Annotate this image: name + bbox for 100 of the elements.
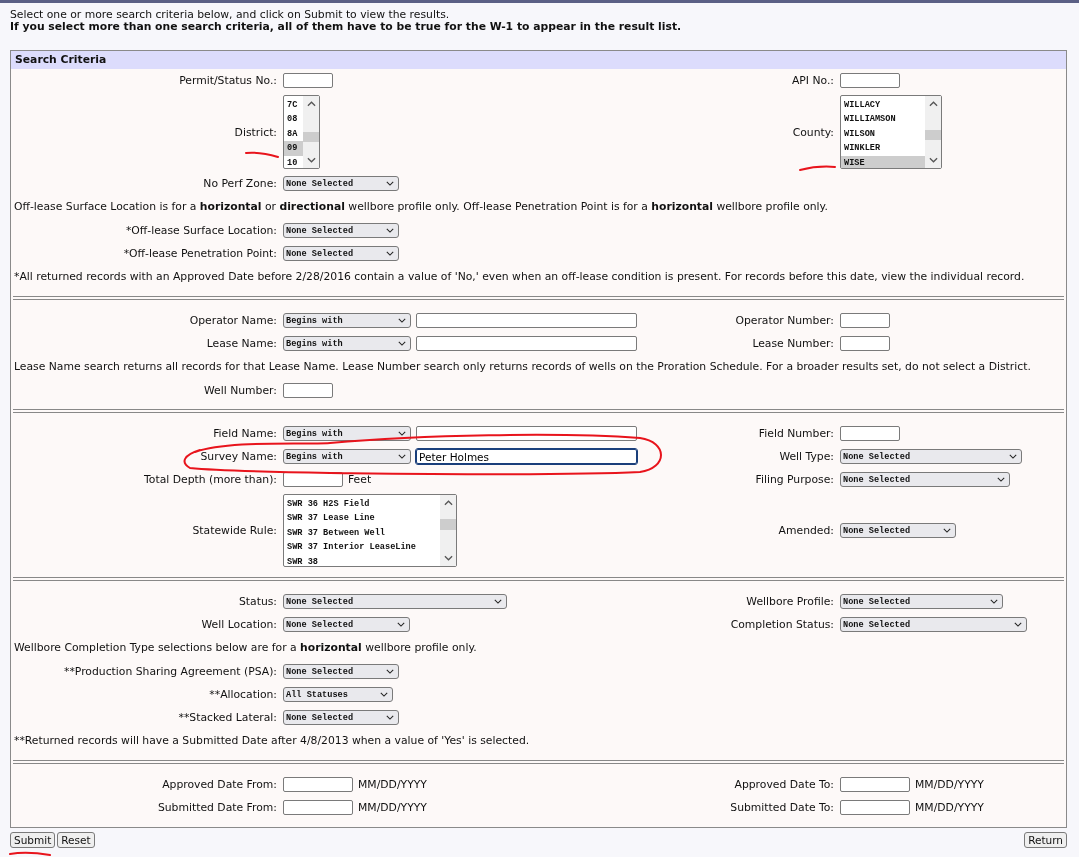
dropdown[interactable]: None Selected — [283, 223, 399, 238]
list-box[interactable]: 7C 08 8A 09 10 — [283, 95, 320, 169]
list-option[interactable]: SWR 38 — [284, 554, 440, 566]
chevron-up-icon[interactable] — [306, 101, 316, 107]
field-label: Submitted Date From: — [156, 801, 277, 814]
field-label: Submitted Date To: — [729, 801, 834, 814]
list-option[interactable]: SWR 37 Between Well — [284, 525, 440, 541]
field-label: **Stacked Lateral: — [177, 711, 277, 724]
note-text: *All returned records with an Approved Date before 2/28/2016 contain a value of 'No,' even when an off-lease condition is present. For records before this date, view the individual record. — [13, 269, 1026, 285]
chevron-down-icon — [398, 318, 406, 323]
match-dropdown[interactable]: Begins with — [283, 336, 411, 351]
text-field[interactable] — [840, 777, 910, 792]
dropdown[interactable]: All Statuses — [283, 687, 393, 702]
text-field[interactable] — [416, 336, 637, 351]
chevron-down-icon — [398, 454, 406, 459]
chevron-down-icon[interactable] — [928, 157, 938, 163]
text-field[interactable] — [283, 800, 353, 815]
list-option[interactable]: SWR 36 H2S Field — [284, 497, 440, 512]
list-option[interactable]: 7C — [284, 98, 303, 113]
dropdown[interactable]: None Selected — [840, 472, 1010, 487]
note-text: **Returned records will have a Submitted Date after 4/8/2013 when a value of 'Yes' is selected. — [13, 733, 531, 749]
text-field[interactable] — [283, 73, 333, 88]
text-field[interactable] — [840, 336, 890, 351]
scrollbar[interactable] — [925, 96, 941, 168]
form-button[interactable]: Reset — [57, 832, 95, 848]
list-option[interactable]: WISE — [841, 155, 925, 168]
dropdown[interactable]: None Selected — [283, 664, 399, 679]
field-label: Permit/Status No.: — [178, 74, 277, 87]
note-text: Lease Name search returns all records for that Lease Name. Lease Number search only returns records of wells on the Proration Schedule. For a broader results set, do not select a District. — [13, 359, 1032, 375]
text-field[interactable] — [840, 73, 900, 88]
dropdown[interactable]: None Selected — [840, 449, 1022, 464]
match-dropdown[interactable]: Begins with — [283, 426, 411, 441]
field-label: **Allocation: — [208, 688, 277, 701]
warning-text: If you select more than one search criteria, all of them have to be true for the W-1 to appear in the result list. — [10, 21, 683, 33]
field-label: Operator Number: — [734, 314, 834, 327]
dropdown[interactable]: None Selected — [840, 617, 1027, 632]
list-option[interactable]: 08 — [284, 112, 303, 127]
unit-label: MM/DD/YYYY — [915, 801, 984, 814]
text-field[interactable] — [283, 383, 333, 398]
chevron-down-icon — [494, 599, 502, 604]
ink-underline — [245, 151, 279, 158]
scrollbar[interactable] — [303, 96, 319, 168]
list-option[interactable]: WILLIAMSON — [841, 112, 925, 127]
instruction-text: Select one or more search criteria below, and click on Submit to view the results. — [10, 9, 451, 21]
scrollbar-thumb[interactable] — [303, 132, 319, 143]
chevron-down-icon — [1009, 454, 1017, 459]
dropdown[interactable]: None Selected — [283, 617, 410, 632]
form-button[interactable]: Return — [1024, 832, 1067, 848]
field-label: Approved Date From: — [161, 778, 277, 791]
text-field[interactable] — [840, 313, 890, 328]
list-box[interactable]: SWR 36 H2S Field SWR 37 Lease Line SWR 37 Between Well SWR 37 Interior LeaseLine SWR 38 — [283, 494, 457, 567]
chevron-down-icon[interactable] — [443, 555, 453, 561]
unit-label: MM/DD/YYYY — [915, 778, 984, 791]
dropdown[interactable]: None Selected — [283, 176, 399, 191]
text-field[interactable] — [283, 777, 353, 792]
dropdown[interactable]: None Selected — [283, 710, 399, 725]
field-label: *Off-lease Penetration Point: — [122, 247, 277, 260]
field-label: Field Number: — [757, 427, 834, 440]
list-option[interactable]: WILSON — [841, 126, 925, 142]
unit-label: MM/DD/YYYY — [358, 801, 427, 814]
scrollbar-thumb[interactable] — [925, 129, 941, 140]
field-label: Total Depth (more than): — [143, 473, 277, 486]
text-field[interactable] — [840, 426, 900, 441]
chevron-down-icon — [943, 528, 951, 533]
match-dropdown[interactable]: Begins with — [283, 313, 411, 328]
scrollbar[interactable] — [440, 495, 456, 566]
form-button[interactable]: Submit — [10, 832, 56, 848]
field-label: Survey Name: — [199, 450, 277, 463]
field-label: Well Location: — [200, 618, 277, 631]
list-option[interactable]: 10 — [284, 155, 303, 168]
list-box[interactable]: WILLACY WILLIAMSON WILSON WINKLER WISE — [840, 95, 942, 169]
dropdown[interactable]: None Selected — [283, 246, 399, 261]
field-label: Wellbore Profile: — [745, 595, 834, 608]
dropdown[interactable]: None Selected — [840, 523, 956, 538]
chevron-up-icon[interactable] — [928, 101, 938, 107]
list-option[interactable]: SWR 37 Interior LeaseLine — [284, 540, 440, 555]
text-field[interactable]: Peter Holmes — [416, 449, 637, 464]
chevron-up-icon[interactable] — [443, 500, 453, 506]
dropdown[interactable]: None Selected — [283, 594, 507, 609]
list-option[interactable]: 09 — [284, 141, 303, 156]
field-label: Lease Name: — [205, 337, 277, 350]
field-label: Amended: — [777, 524, 834, 537]
chevron-down-icon — [386, 669, 394, 674]
list-option[interactable]: WILLACY — [841, 98, 925, 113]
unit-label: Feet — [348, 473, 372, 486]
text-field[interactable] — [416, 313, 637, 328]
field-label: Well Number: — [203, 384, 277, 397]
chevron-down-icon[interactable] — [306, 157, 316, 163]
list-option[interactable]: SWR 37 Lease Line — [284, 511, 440, 526]
match-dropdown[interactable]: Begins with — [283, 449, 411, 464]
text-field[interactable] — [840, 800, 910, 815]
list-option[interactable]: WINKLER — [841, 141, 925, 156]
unit-label: MM/DD/YYYY — [358, 778, 427, 791]
chevron-down-icon — [386, 228, 394, 233]
chevron-down-icon — [1014, 622, 1022, 627]
list-option[interactable]: 8A — [284, 126, 303, 142]
field-label: Status: — [237, 595, 277, 608]
scrollbar-thumb[interactable] — [440, 518, 456, 531]
dropdown[interactable]: None Selected — [840, 594, 1003, 609]
field-label: Operator Name: — [188, 314, 277, 327]
